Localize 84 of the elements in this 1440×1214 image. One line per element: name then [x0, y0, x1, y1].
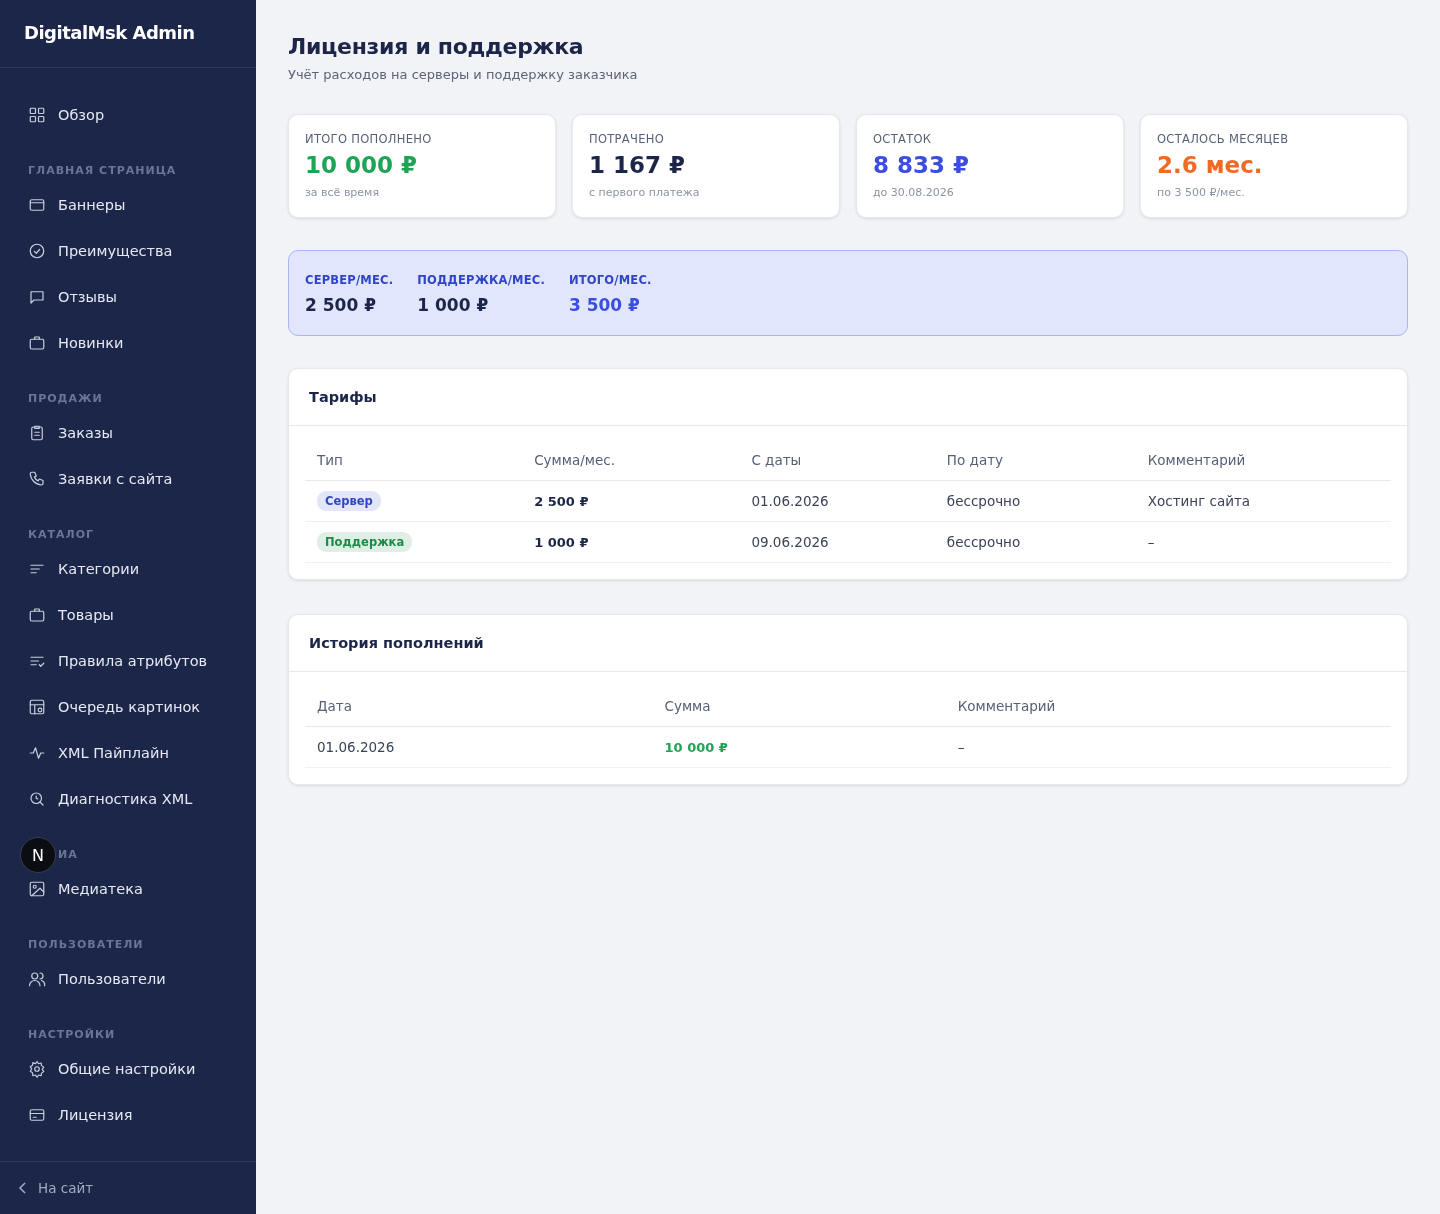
check-circle-icon: [28, 242, 46, 260]
app-logo: DigitalMsk Admin: [0, 0, 256, 68]
table-cell: 01.06.2026: [305, 726, 653, 768]
column-header: Комментарий: [945, 686, 1391, 727]
column-header: Сумма/мес.: [522, 440, 740, 481]
summary-value: 2 500 ₽: [305, 295, 377, 315]
table-cell: –: [945, 726, 1391, 768]
users-icon: [28, 970, 46, 988]
briefcase-icon: [28, 334, 46, 352]
stat-note: с первого платежа: [589, 186, 701, 199]
briefcase-icon: [28, 606, 46, 624]
column-header: С даты: [739, 440, 935, 481]
section-heading: ГЛАВНАЯ СТРАНИЦА: [28, 163, 177, 177]
image-frame-icon: [28, 698, 46, 716]
section-heading: ПРОДАЖИ: [28, 391, 103, 405]
grid-icon: [28, 106, 46, 124]
column-header: Тип: [305, 440, 523, 481]
chevron-left-icon: [18, 1182, 28, 1194]
stat-value: 8 833 ₽: [873, 152, 971, 178]
column-header: Дата: [305, 686, 653, 727]
stat-label: ПОТРАЧЕНО: [589, 132, 666, 146]
summary-value: 1 000 ₽: [417, 295, 490, 315]
stat-note: до 30.08.2026: [873, 186, 955, 199]
search-icon: [28, 790, 46, 808]
chat-bubble-icon: [28, 288, 46, 306]
image-icon: [28, 880, 46, 898]
gear-icon: [28, 1060, 46, 1078]
summary-label: СЕРВЕР/МЕС.: [305, 273, 394, 287]
stat-label: ИТОГО ПОПОЛНЕНО: [305, 132, 433, 146]
back-link[interactable]: На сайт: [18, 1180, 94, 1196]
column-header: Сумма: [652, 686, 946, 727]
type-tag: Поддержка: [317, 532, 413, 552]
nav-item[interactable]: Категории: [0, 546, 256, 592]
table-cell: 2 500 ₽: [522, 480, 740, 522]
nav-item[interactable]: Заказы: [0, 410, 256, 456]
panel-title: Тарифы: [309, 389, 377, 405]
nav-item[interactable]: Отзывы: [0, 274, 256, 320]
page-subtitle: Учёт расходов на серверы и поддержку заказчика: [288, 67, 639, 82]
dev-tools-badge[interactable]: N: [20, 837, 56, 873]
table-cell: 01.06.2026: [739, 480, 935, 522]
window-icon: [28, 196, 46, 214]
panel-title: История пополнений: [309, 635, 484, 651]
nav-item[interactable]: Баннеры: [0, 182, 256, 228]
stat-label: ОСТАЛОСЬ МЕСЯЦЕВ: [1157, 132, 1290, 146]
section-heading: КАТАЛОГ: [28, 527, 95, 541]
nav-item[interactable]: Общие настройки: [0, 1046, 256, 1092]
nav-item[interactable]: Пользователи: [0, 956, 256, 1002]
table-cell: бессрочно: [934, 521, 1136, 563]
table-cell: Хостинг сайта: [1135, 480, 1391, 522]
section-heading: ПОЛЬЗОВАТЕЛИ: [28, 937, 144, 951]
summary-value: 3 500 ₽: [568, 295, 641, 315]
column-header: По дату: [934, 440, 1136, 481]
nav-item[interactable]: Лицензия: [0, 1092, 256, 1138]
stat-note: по 3 500 ₽/мес.: [1157, 186, 1246, 199]
stat-value: 10 000 ₽: [305, 152, 419, 178]
table-cell: 1 000 ₽: [522, 521, 740, 563]
stat-value: 1 167 ₽: [589, 152, 687, 178]
nav-item[interactable]: Очередь картинок: [0, 684, 256, 730]
stat-label: ОСТАТОК: [873, 132, 933, 146]
card-icon: [28, 1106, 46, 1124]
table-cell: 10 000 ₽: [652, 726, 946, 768]
nav-item[interactable]: Заявки с сайта: [0, 456, 256, 502]
table-cell: бессрочно: [934, 480, 1136, 522]
nav-item[interactable]: Обзор: [0, 92, 256, 138]
section-heading: ИА: [58, 847, 78, 861]
page-title: Лицензия и поддержка: [288, 34, 585, 59]
clipboard-icon: [28, 424, 46, 442]
nav-item[interactable]: XML Пайплайн: [0, 730, 256, 776]
pulse-icon: [28, 744, 46, 762]
nav-item[interactable]: Товары: [0, 592, 256, 638]
summary-label: ИТОГО/МЕС.: [568, 273, 652, 287]
nav-item[interactable]: Правила атрибутов: [0, 638, 256, 684]
stat-value: 2.6 мес.: [1157, 152, 1264, 178]
summary-label: ПОДДЕРЖКА/МЕС.: [417, 273, 545, 287]
phone-icon: [28, 470, 46, 488]
nav-item[interactable]: Диагностика XML: [0, 776, 256, 822]
nav-item[interactable]: Новинки: [0, 320, 256, 366]
nav-item[interactable]: Преимущества: [0, 228, 256, 274]
column-header: Комментарий: [1135, 440, 1391, 481]
section-heading: НАСТРОЙКИ: [28, 1027, 116, 1041]
type-tag: Сервер: [317, 491, 381, 511]
table-cell: 09.06.2026: [739, 521, 935, 563]
table-cell: –: [1135, 521, 1391, 563]
stat-note: за всё время: [305, 186, 381, 199]
